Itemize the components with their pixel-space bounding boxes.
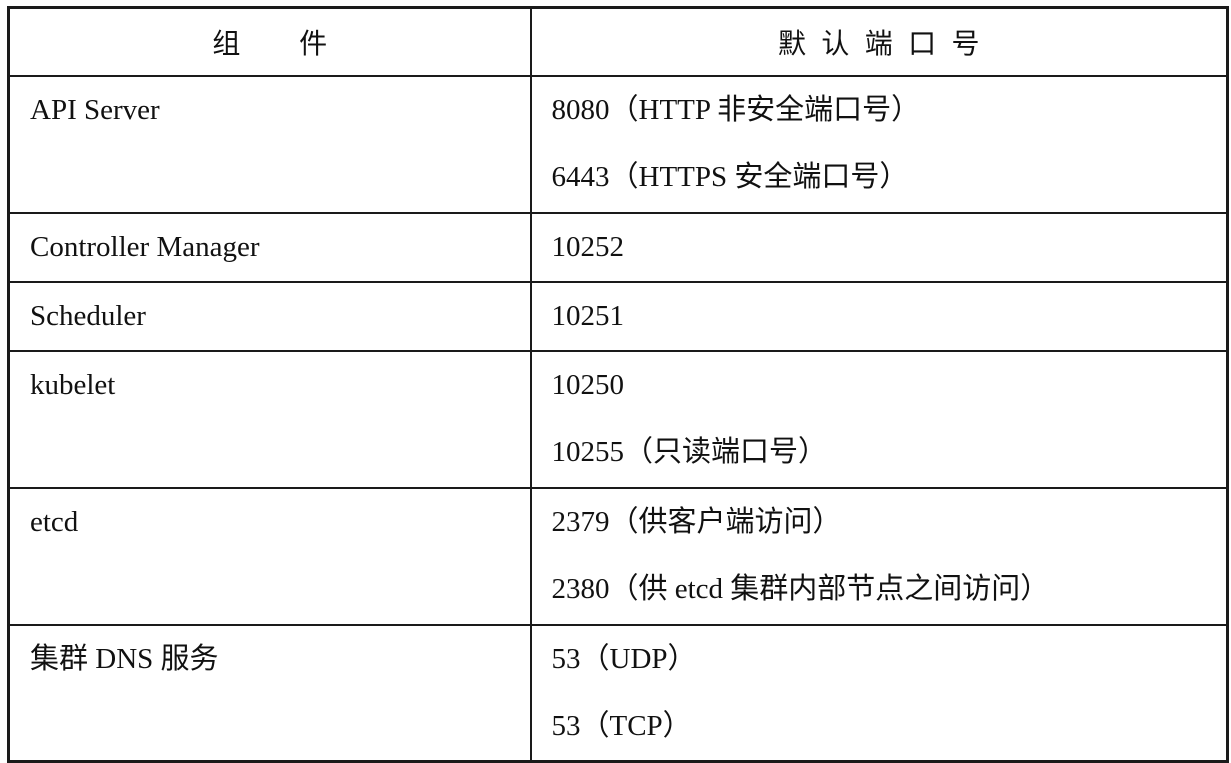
port-value: 10255（只读端口号） <box>551 436 828 468</box>
component-name: Scheduler <box>30 300 146 332</box>
port-value: 53（TCP） <box>551 710 692 742</box>
port-cell: 10251 <box>529 281 1229 352</box>
table-row: Scheduler 10251 <box>7 281 1229 352</box>
header-component: 组 件 <box>7 6 532 77</box>
port-value: 8080（HTTP 非安全端口号） <box>551 94 921 126</box>
port-cell: 10250 10255（只读端口号） <box>529 350 1229 489</box>
port-table: 组 件 默认端口号 API Server 8080（HTTP 非安全端口号） 6… <box>7 6 1229 763</box>
port-value: 6443（HTTPS 安全端口号） <box>551 161 909 193</box>
component-cell: etcd <box>7 487 532 626</box>
component-name: API Server <box>30 94 160 126</box>
table-row: 集群 DNS 服务 53（UDP） 53（TCP） <box>7 624 1229 763</box>
component-cell: 集群 DNS 服务 <box>7 624 532 763</box>
table-header-row: 组 件 默认端口号 <box>7 6 1229 77</box>
component-name: kubelet <box>30 369 116 401</box>
table-row: etcd 2379（供客户端访问） 2380（供 etcd 集群内部节点之间访问… <box>7 487 1229 626</box>
component-cell: Scheduler <box>7 281 532 352</box>
port-cell: 2379（供客户端访问） 2380（供 etcd 集群内部节点之间访问） <box>529 487 1229 626</box>
component-name: 集群 DNS 服务 <box>30 643 219 675</box>
component-cell: API Server <box>7 75 532 214</box>
table-row: Controller Manager 10252 <box>7 212 1229 283</box>
port-value: 2380（供 etcd 集群内部节点之间访问） <box>551 573 1050 605</box>
port-cell: 53（UDP） 53（TCP） <box>529 624 1229 763</box>
port-cell: 10252 <box>529 212 1229 283</box>
component-cell: Controller Manager <box>7 212 532 283</box>
port-value: 10251 <box>551 300 625 332</box>
component-name: etcd <box>30 506 79 538</box>
component-name: Controller Manager <box>30 231 260 263</box>
table-row: API Server 8080（HTTP 非安全端口号） 6443（HTTPS … <box>7 75 1229 214</box>
port-value: 10250 <box>551 369 625 401</box>
table-row: kubelet 10250 10255（只读端口号） <box>7 350 1229 489</box>
port-value: 2379（供客户端访问） <box>551 506 842 538</box>
header-default-port: 默认端口号 <box>529 6 1229 77</box>
port-value: 53（UDP） <box>551 643 697 675</box>
port-value: 10252 <box>551 231 625 263</box>
component-cell: kubelet <box>7 350 532 489</box>
port-cell: 8080（HTTP 非安全端口号） 6443（HTTPS 安全端口号） <box>529 75 1229 214</box>
